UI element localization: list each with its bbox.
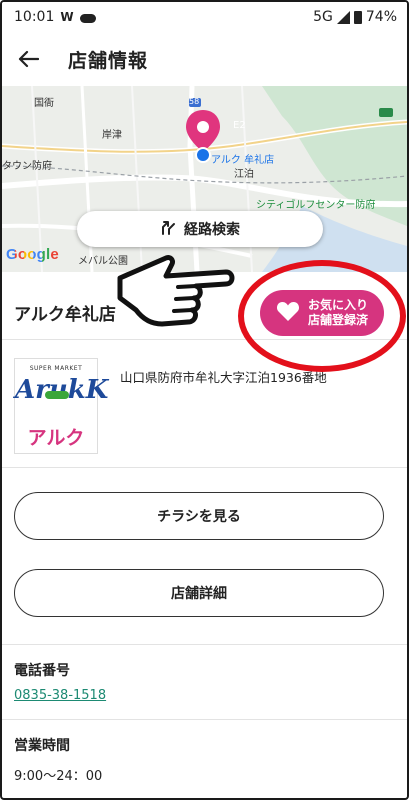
back-arrow-icon[interactable] (8, 39, 48, 79)
store-pin-icon[interactable] (184, 108, 222, 168)
divider (2, 644, 407, 645)
status-bar: 10:01 W 5G 74% (2, 2, 407, 32)
cloud-icon (79, 13, 96, 23)
signal-icon (336, 10, 350, 24)
logo-leaf (45, 391, 69, 399)
favorite-line-1: お気に入り (307, 298, 368, 312)
store-map[interactable]: 国衙 岸津 タウン防府 E2 58 アルク 牟礼店 江泊 シティゴルフセンター防… (2, 86, 407, 272)
route-search-button[interactable]: 経路検索 (77, 211, 323, 247)
directions-icon (160, 219, 176, 239)
map-label-e2: E2 (233, 120, 246, 131)
heart-icon (276, 300, 300, 326)
route-search-label: 経路検索 (184, 222, 240, 238)
map-label-kokuga: 国衙 (34, 98, 54, 109)
store-name: アルク牟礼店 (14, 305, 116, 325)
map-label-town: タウン防府 (2, 161, 52, 172)
divider (2, 719, 407, 720)
battery-level: 74% (365, 9, 397, 25)
divider (2, 467, 407, 468)
store-address: 山口県防府市牟礼大字江泊1936番地 (120, 370, 327, 385)
favorite-button[interactable]: お気に入り 店舗登録済 (260, 290, 384, 336)
favorite-line-2: 店舗登録済 (307, 313, 368, 327)
battery-icon (353, 10, 362, 24)
map-label-golf: シティゴルフセンター防府 (256, 200, 376, 211)
map-label-route58: 58 (189, 97, 200, 106)
map-label-park: メバル公園 (78, 256, 128, 267)
map-label-kishitsu: 岸津 (102, 130, 122, 141)
hours-value: 9:00〜24：00 (14, 769, 103, 784)
network-type: 5G (313, 9, 333, 25)
store-details-button[interactable]: 店舗詳細 (14, 569, 384, 617)
flyer-button[interactable]: チラシを見る (14, 492, 384, 540)
page-title: 店舗情報 (68, 49, 149, 72)
map-label-ebuki: 江泊 (234, 169, 254, 180)
app-frame: 10:01 W 5G 74% 店舗情報 国衙 岸津 タウン防府 E2 58 アル… (0, 0, 409, 800)
hours-label: 営業時間 (14, 738, 70, 754)
divider (2, 339, 407, 340)
google-logo: Google (6, 246, 59, 263)
app-header: 店舗情報 (2, 32, 407, 86)
carrier-icon: W (60, 10, 74, 24)
store-logo: SUPER MARKET ArukK アルク (14, 358, 108, 454)
status-time: 10:01 (14, 9, 55, 25)
phone-label: 電話番号 (14, 663, 70, 679)
phone-link[interactable]: 0835-38-1518 (14, 688, 106, 703)
